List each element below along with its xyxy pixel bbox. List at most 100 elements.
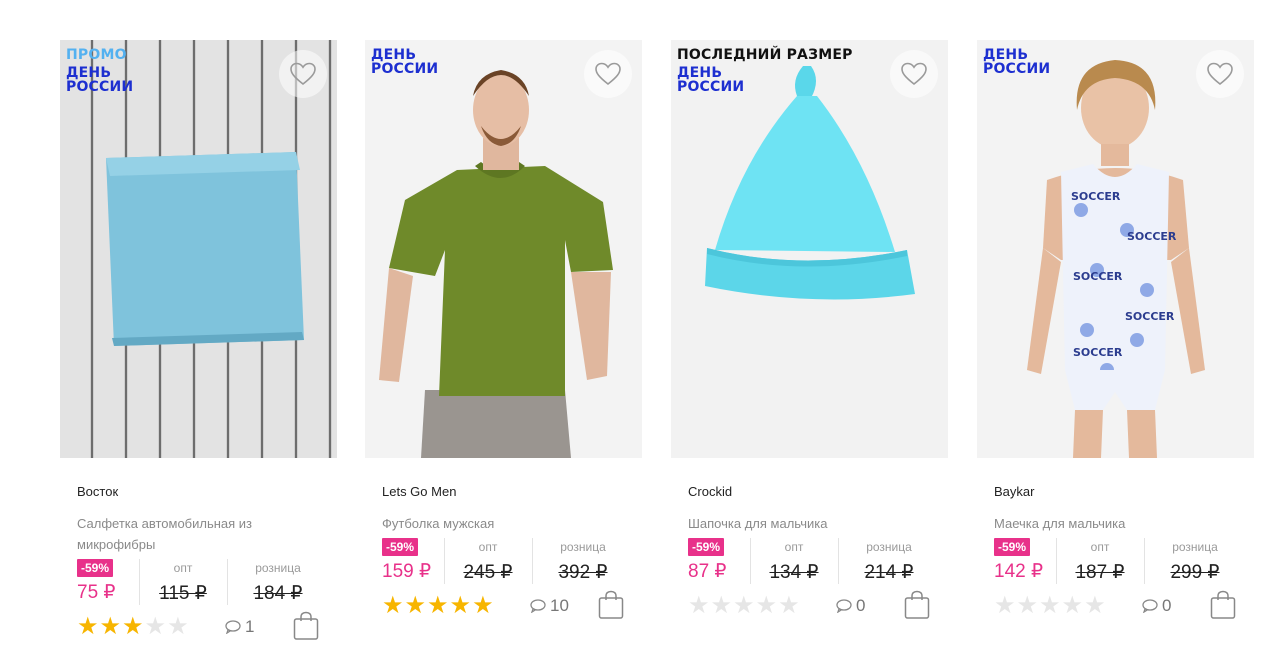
star-empty-icon[interactable]: ★	[1062, 594, 1084, 618]
star-empty-icon[interactable]: ★	[733, 594, 755, 618]
current-price: 159 ₽	[382, 561, 432, 582]
heart-icon	[901, 62, 927, 86]
comments-link[interactable]: 0	[836, 596, 865, 616]
comments-link[interactable]: 1	[225, 617, 254, 637]
discount-badge: -59%	[994, 538, 1031, 556]
product-card[interactable]: ПОСЛЕДНИЙ РАЗМЕР ДЕНЬ РОССИИ Crockid Шап…	[671, 40, 949, 670]
star-empty-icon[interactable]: ★	[711, 594, 733, 618]
heart-icon	[290, 62, 316, 86]
star-empty-icon[interactable]: ★	[145, 615, 167, 639]
russia-day-badge: ДЕНЬ РОССИИ	[371, 47, 439, 77]
opt-price-column: опт 134 ₽	[750, 538, 837, 584]
discount-badge: -59%	[77, 559, 114, 577]
opt-price-column: опт 115 ₽	[139, 559, 226, 605]
add-to-cart-button[interactable]	[904, 590, 930, 620]
star-filled-icon[interactable]: ★	[405, 594, 427, 618]
product-card[interactable]: ПРОМО ДЕНЬ РОССИИ Восток Салфетка автомо…	[60, 40, 338, 670]
product-image[interactable]: SOCCER SOCCER SOCCER SOCCER SOCCER ДЕНЬ РО…	[977, 40, 1254, 458]
retail-price-column: розница 299 ₽	[1144, 538, 1245, 584]
star-filled-icon[interactable]: ★	[100, 615, 122, 639]
tshirt-man-image	[365, 40, 642, 458]
boy-underwear-image: SOCCER SOCCER SOCCER SOCCER SOCCER	[977, 40, 1254, 458]
star-filled-icon[interactable]: ★	[450, 594, 472, 618]
retail-price: 299 ₽	[1170, 562, 1220, 583]
product-title[interactable]: Маечка для мальчика	[994, 513, 1224, 534]
russia-day-badge: ДЕНЬ РОССИИ	[66, 65, 134, 95]
opt-label: опт	[784, 540, 804, 554]
svg-text:SOCCER: SOCCER	[1073, 346, 1123, 359]
meta-row: ★ ★ ★ ★ ★ 10	[382, 590, 632, 624]
star-empty-icon[interactable]: ★	[1017, 594, 1039, 618]
shopping-bag-icon	[1210, 590, 1236, 619]
star-filled-icon[interactable]: ★	[427, 594, 449, 618]
last-size-badge: ПОСЛЕДНИЙ РАЗМЕР	[677, 47, 853, 63]
heart-icon	[1207, 62, 1233, 86]
favorite-button[interactable]	[584, 50, 632, 98]
star-empty-icon[interactable]: ★	[1039, 594, 1061, 618]
product-card[interactable]: SOCCER SOCCER SOCCER SOCCER SOCCER ДЕНЬ РО…	[977, 40, 1255, 670]
current-price: 87 ₽	[688, 561, 727, 582]
star-empty-icon[interactable]: ★	[994, 594, 1016, 618]
star-empty-icon[interactable]: ★	[756, 594, 778, 618]
comment-icon	[1142, 599, 1158, 613]
comments-count: 10	[550, 596, 569, 615]
shopping-bag-icon	[904, 590, 930, 619]
opt-price: 115 ₽	[159, 583, 207, 604]
product-card[interactable]: ДЕНЬ РОССИИ Lets Go Men Футболка мужская…	[365, 40, 643, 670]
shopping-bag-icon	[293, 611, 319, 640]
brand-name[interactable]: Восток	[77, 484, 338, 499]
badge-list: ПОСЛЕДНИЙ РАЗМЕР ДЕНЬ РОССИИ	[677, 48, 853, 94]
rating-stars[interactable]: ★ ★ ★ ★ ★	[688, 594, 800, 618]
towel-image	[60, 40, 337, 458]
promo-badge: ПРОМО	[66, 47, 127, 63]
comment-icon	[836, 599, 852, 613]
meta-row: ★ ★ ★ ★ ★ 1	[77, 611, 327, 645]
comments-link[interactable]: 10	[530, 596, 569, 616]
opt-label: опт	[173, 561, 193, 575]
product-image[interactable]: ПОСЛЕДНИЙ РАЗМЕР ДЕНЬ РОССИИ	[671, 40, 948, 458]
opt-price-column: опт 187 ₽	[1056, 538, 1143, 584]
star-filled-icon[interactable]: ★	[472, 594, 494, 618]
comment-icon	[530, 599, 546, 613]
brand-name[interactable]: Baykar	[994, 484, 1255, 499]
shopping-bag-icon	[598, 590, 624, 619]
product-title[interactable]: Футболка мужская	[382, 513, 612, 534]
price-block: -59% 87 ₽ опт 134 ₽ розница 214 ₽	[688, 538, 936, 590]
product-image[interactable]: ДЕНЬ РОССИИ	[365, 40, 642, 458]
svg-text:SOCCER: SOCCER	[1127, 230, 1177, 243]
discount-badge: -59%	[382, 538, 419, 556]
brand-name[interactable]: Lets Go Men	[382, 484, 643, 499]
add-to-cart-button[interactable]	[598, 590, 624, 620]
product-image[interactable]: ПРОМО ДЕНЬ РОССИИ	[60, 40, 337, 458]
comments-link[interactable]: 0	[1142, 596, 1171, 616]
favorite-button[interactable]	[1196, 50, 1244, 98]
brand-name[interactable]: Crockid	[688, 484, 949, 499]
star-filled-icon[interactable]: ★	[122, 615, 144, 639]
retail-price: 184 ₽	[253, 583, 303, 604]
discount-badge: -59%	[688, 538, 725, 556]
star-empty-icon[interactable]: ★	[167, 615, 189, 639]
star-empty-icon[interactable]: ★	[1084, 594, 1106, 618]
svg-text:SOCCER: SOCCER	[1125, 310, 1175, 323]
heart-icon	[595, 62, 621, 86]
star-filled-icon[interactable]: ★	[382, 594, 404, 618]
product-title[interactable]: Шапочка для мальчика	[688, 513, 918, 534]
favorite-button[interactable]	[890, 50, 938, 98]
opt-price: 245 ₽	[463, 562, 513, 583]
star-empty-icon[interactable]: ★	[688, 594, 710, 618]
favorite-button[interactable]	[279, 50, 327, 98]
star-filled-icon[interactable]: ★	[77, 615, 99, 639]
retail-price-column: розница 184 ₽	[227, 559, 328, 605]
retail-label: розница	[866, 540, 912, 554]
rating-stars[interactable]: ★ ★ ★ ★ ★	[382, 594, 494, 618]
rating-stars[interactable]: ★ ★ ★ ★ ★	[77, 615, 189, 639]
star-empty-icon[interactable]: ★	[778, 594, 800, 618]
add-to-cart-button[interactable]	[1210, 590, 1236, 620]
retail-price: 392 ₽	[558, 562, 608, 583]
retail-price-column: розница 392 ₽	[532, 538, 633, 584]
rating-stars[interactable]: ★ ★ ★ ★ ★	[994, 594, 1106, 618]
badge-list: ПРОМО ДЕНЬ РОССИИ	[66, 48, 146, 94]
add-to-cart-button[interactable]	[293, 611, 319, 641]
product-title[interactable]: Салфетка автомобильная из микрофибры	[77, 513, 307, 555]
russia-day-badge: ДЕНЬ РОССИИ	[983, 47, 1051, 77]
